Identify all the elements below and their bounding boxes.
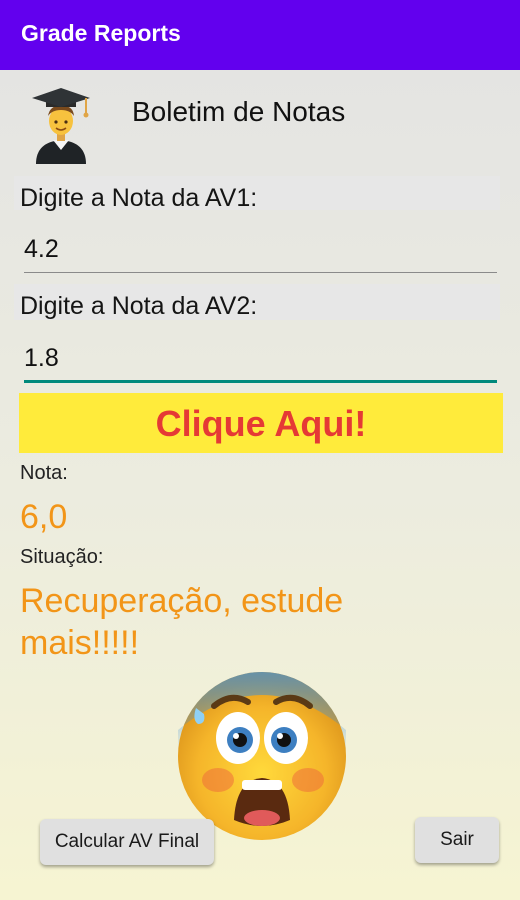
- av1-label: Digite a Nota da AV1:: [20, 184, 258, 212]
- app-title: Grade Reports: [21, 20, 181, 46]
- status-line-1: Recuperação, estude: [20, 582, 344, 620]
- av2-input-underline: [24, 380, 497, 383]
- status-label: Situação:: [20, 546, 104, 568]
- calculate-button[interactable]: Clique Aqui!: [19, 393, 503, 453]
- calculate-av-final-button[interactable]: Calcular AV Final: [40, 819, 214, 865]
- grade-value: 6,0: [20, 498, 68, 536]
- av2-label: Digite a Nota da AV2:: [20, 292, 258, 320]
- grade-label: Nota:: [20, 462, 68, 484]
- scared-face-icon: [178, 672, 346, 840]
- page-title: Boletim de Notas: [132, 96, 346, 127]
- status-line-2: mais!!!!!: [20, 624, 140, 662]
- exit-button[interactable]: Sair: [415, 817, 499, 863]
- av1-input-underline: [24, 272, 497, 273]
- av1-input[interactable]: 4.2: [24, 235, 59, 264]
- graduate-icon: [32, 88, 90, 164]
- app-bar: Grade Reports: [0, 0, 520, 70]
- av2-input[interactable]: 1.8: [24, 344, 59, 373]
